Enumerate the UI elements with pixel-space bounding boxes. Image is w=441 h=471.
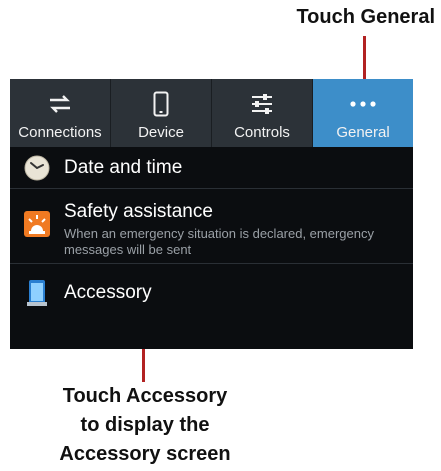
list-item-date-and-time[interactable]: Date and time: [10, 147, 413, 189]
settings-tab-bar: Connections Device Controls General: [10, 79, 413, 147]
callout-line: Touch Accessory: [62, 385, 228, 407]
tab-label: General: [336, 124, 390, 141]
settings-screen: Connections Device Controls General Date…: [10, 79, 413, 349]
alarm-icon: [24, 211, 50, 237]
list-item-title: Date and time: [64, 156, 183, 178]
tab-label: Device: [138, 124, 184, 141]
settings-list: Date and time Safety assistance When an …: [10, 147, 413, 322]
callout-line: to display the: [80, 414, 210, 436]
controls-icon: [250, 90, 274, 118]
list-item-text: Safety assistance When an emergency situ…: [64, 201, 413, 258]
tab-controls[interactable]: Controls: [211, 79, 312, 147]
tab-label: Connections: [18, 124, 102, 141]
tab-connections[interactable]: Connections: [10, 79, 110, 147]
list-item-title: Safety assistance: [64, 201, 213, 222]
list-item-safety-assistance[interactable]: Safety assistance When an emergency situ…: [10, 189, 413, 264]
accessory-icon: [24, 280, 50, 306]
general-icon: [350, 90, 376, 118]
callout-line: Accessory screen: [59, 443, 231, 465]
callout-touch-general: Touch General: [296, 6, 435, 28]
list-item-subtitle: When an emergency situation is declared,…: [64, 226, 374, 257]
tab-device[interactable]: Device: [110, 79, 211, 147]
clock-icon: [24, 155, 50, 181]
callout-touch-accessory: Touch Accessory to display the Accessory…: [30, 382, 260, 469]
device-icon: [153, 90, 169, 118]
list-item-accessory[interactable]: Accessory: [10, 264, 413, 322]
list-item-title: Accessory: [64, 282, 152, 303]
connections-icon: [48, 90, 72, 118]
tab-label: Controls: [234, 124, 290, 141]
tab-general[interactable]: General: [312, 79, 413, 147]
